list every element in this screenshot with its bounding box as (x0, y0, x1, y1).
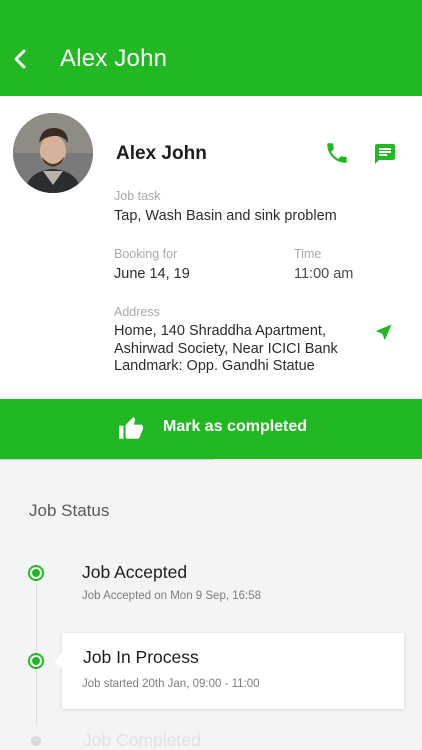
navigation-arrow-icon[interactable] (374, 322, 394, 342)
app-header: Alex John (0, 0, 422, 96)
time-label: Time (294, 247, 322, 261)
address-line: Ashirwad Society, Near ICICI Bank (114, 340, 338, 357)
avatar-photo (13, 113, 93, 193)
booking-date: June 14, 19 (114, 266, 190, 282)
step-completed-title: Job Completed (83, 730, 201, 750)
status-dot-active-icon (28, 653, 44, 669)
booking-time: 11:00 am (294, 266, 354, 282)
address-label: Address (114, 305, 160, 319)
address-line: Home, 140 Shraddha Apartment, (114, 323, 326, 339)
status-dot-pending-icon (31, 736, 41, 746)
job-status-heading: Job Status (29, 501, 110, 520)
status-dot-done-icon (28, 565, 44, 581)
chevron-left-icon[interactable] (10, 46, 30, 72)
avatar (13, 113, 93, 193)
divider (0, 459, 214, 460)
job-details-card: Alex John Job task Tap, Wash Basin and s… (0, 96, 422, 399)
page-title: Alex John (60, 45, 168, 72)
mark-completed-label: Mark as completed (163, 418, 308, 435)
address-value: Home, 140 Shraddha Apartment, Ashirwad S… (114, 323, 338, 376)
step-in-process-card: Job In Process Job started 20th Jan, 09:… (54, 633, 404, 709)
thumbs-up-icon (119, 417, 143, 439)
phone-icon[interactable] (324, 140, 350, 166)
step-in-process-detail: Job started 20th Jan, 09:00 - 11:00 (82, 678, 260, 690)
job-task-label: Job task (114, 189, 161, 203)
job-task-value: Tap, Wash Basin and sink problem (114, 208, 337, 224)
booking-label: Booking for (114, 247, 178, 261)
step-in-process-title: Job In Process (83, 647, 199, 667)
address-line: Landmark: Opp. Gandhi Statue (114, 358, 315, 374)
customer-name: Alex John (116, 143, 207, 164)
mark-completed-button[interactable]: Mark as completed (0, 399, 422, 459)
step-accepted-title: Job Accepted (82, 562, 188, 582)
message-icon[interactable] (373, 142, 397, 166)
step-accepted-detail: Job Accepted on Mon 9 Sep, 16:58 (82, 590, 262, 602)
